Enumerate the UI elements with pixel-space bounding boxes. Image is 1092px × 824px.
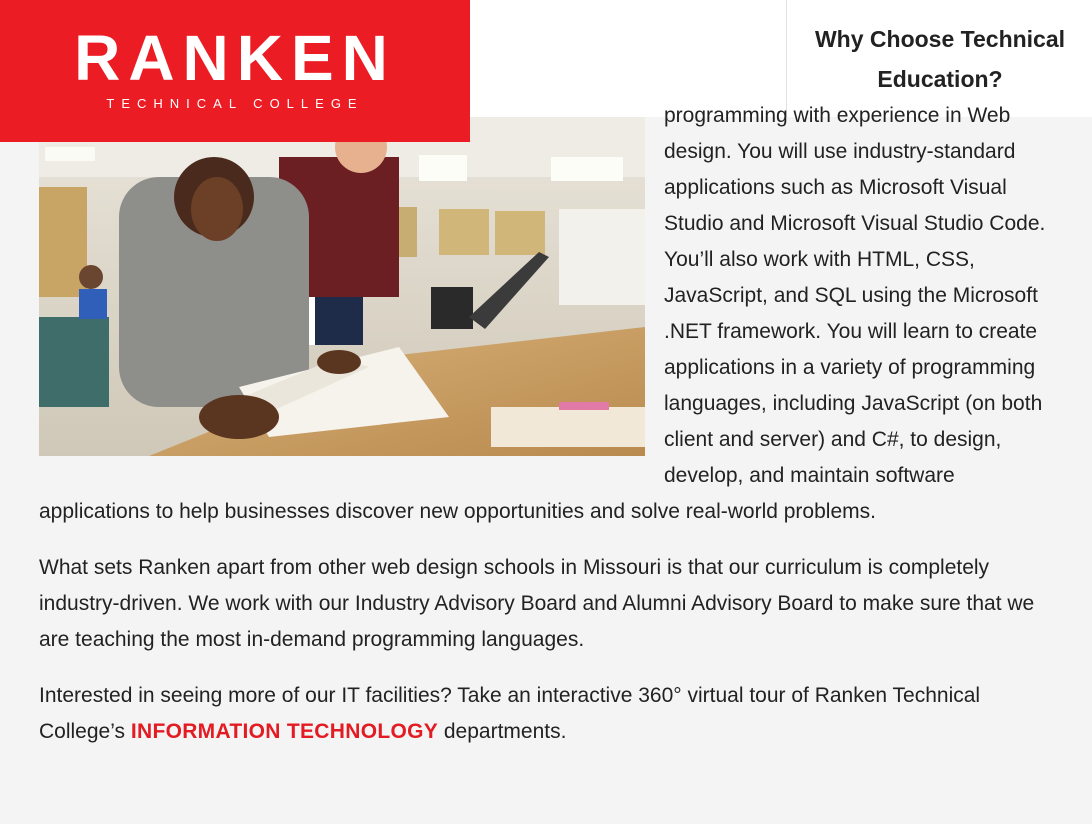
classroom-photo <box>39 117 645 456</box>
ranken-logo[interactable]: RANKEN TECHNICAL COLLEGE <box>0 0 470 142</box>
paragraph-industry-driven: What sets Ranken apart from other web de… <box>39 556 1035 651</box>
paragraph-virtual-tour: Interested in seeing more of our IT faci… <box>39 678 1059 750</box>
logo-wordmark: RANKEN <box>74 22 396 94</box>
tour-text-after: departments. <box>438 720 567 743</box>
logo-tagline: TECHNICAL COLLEGE <box>106 96 364 111</box>
classroom-photo-illustration <box>39 117 645 456</box>
information-technology-link[interactable]: INFORMATION TECHNOLOGY <box>131 720 438 743</box>
